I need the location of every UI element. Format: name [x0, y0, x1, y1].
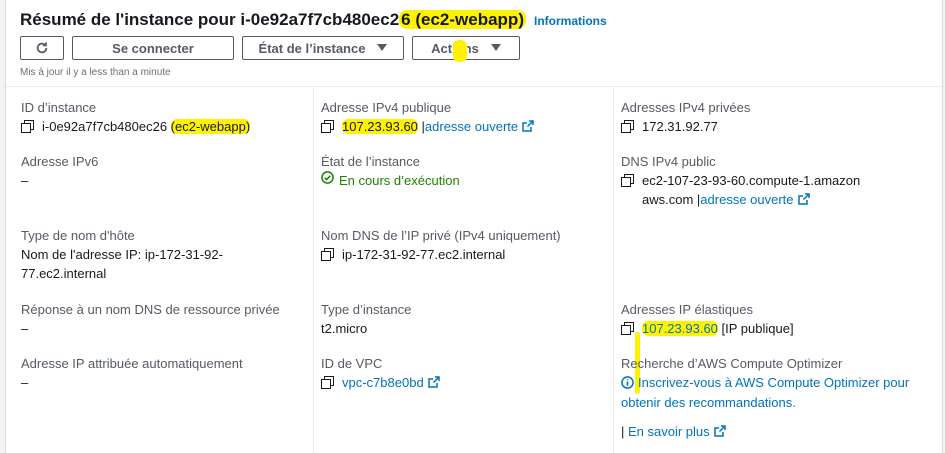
- private-ipv4-field: Adresses IPv4 privées 172.31.92.77: [621, 100, 751, 134]
- copy-icon[interactable]: [621, 174, 634, 187]
- learn-more-link[interactable]: En savoir plus: [628, 424, 710, 439]
- private-ipv4-value: 172.31.92.77: [642, 119, 718, 134]
- vpc-id-link[interactable]: vpc-c7b8e0bd: [342, 375, 424, 390]
- last-updated-text: Mis à jour il y a less than a minute: [20, 67, 171, 78]
- instance-id-value: i-0e92a7f7cb480ec26 (ec2-webapp): [42, 119, 251, 134]
- check-circle-icon: [321, 171, 334, 184]
- copy-icon[interactable]: [21, 120, 34, 133]
- copy-icon[interactable]: [621, 120, 634, 133]
- private-dns-value: ip-172-31-92-77.ec2.internal: [342, 247, 506, 262]
- column-divider: [613, 88, 614, 453]
- caret-down-icon: [377, 44, 388, 51]
- caret-down-icon: [490, 44, 501, 51]
- public-dns-field: DNS IPv4 public ec2-107-23-93-60.compute…: [621, 154, 861, 207]
- external-link-icon[interactable]: [427, 376, 440, 388]
- instance-id-field: ID d’instance i-0e92a7f7cb480ec26 (ec2-w…: [21, 100, 251, 134]
- info-link[interactable]: Informations: [534, 14, 607, 28]
- ipv6-field: Adresse IPv6 –: [21, 153, 301, 190]
- hostname-type-value: Nom de l'adresse IP: ip-172-31-92-77.ec2…: [21, 247, 223, 281]
- instance-type-value: t2.micro: [321, 321, 368, 336]
- column-divider: [313, 88, 314, 453]
- auto-ip-field: Adresse IP attribuée automatiquement –: [21, 355, 311, 392]
- instance-summary-panel: Résumé de l'instance pour i-0e92a7f7cb48…: [5, 0, 943, 453]
- copy-icon[interactable]: [321, 120, 334, 133]
- divider: [6, 86, 942, 87]
- connect-button[interactable]: Se connecter: [72, 36, 234, 60]
- hostname-type-field: Type de nom d'hôte Nom de l'adresse IP: …: [21, 227, 256, 283]
- auto-ip-value: –: [21, 375, 29, 390]
- instance-state-label: État de l’instance: [258, 40, 366, 56]
- info-circle-icon: [621, 376, 634, 389]
- ipv6-value: –: [21, 173, 29, 188]
- refresh-button[interactable]: [20, 36, 64, 60]
- instance-state-dropdown[interactable]: État de l’instance: [242, 36, 404, 60]
- copy-icon[interactable]: [321, 376, 334, 389]
- elastic-ip-field: Adresses IP élastiques 107.23.93.60 [IP …: [621, 302, 794, 336]
- compute-optimizer-signup-link[interactable]: Inscrivez-vous à AWS Compute Optimizer p…: [621, 375, 909, 410]
- elastic-ip-link[interactable]: 107.23.93.60: [642, 321, 718, 336]
- copy-icon[interactable]: [321, 248, 334, 261]
- summary-header: Résumé de l'instance pour i-0e92a7f7cb48…: [20, 10, 932, 82]
- instance-type-field: Type d’instance t2.micro: [321, 301, 606, 338]
- public-ipv4-field: Adresse IPv4 publique 107.23.93.60 |adre…: [321, 99, 606, 136]
- vpc-id-field: ID de VPC vpc-c7b8e0bd: [321, 355, 606, 392]
- compute-optimizer-field: Recherche d’AWS Compute Optimizer Inscri…: [621, 356, 910, 439]
- copy-icon[interactable]: [621, 322, 634, 335]
- dns-answer-field: Réponse à un nom DNS de ressource privée…: [21, 301, 311, 338]
- instance-state-field: État de l’instance En cours d’exécution: [321, 154, 460, 188]
- instance-state-value: En cours d’exécution: [339, 173, 460, 188]
- page-title: Résumé de l'instance pour i-0e92a7f7cb48…: [20, 10, 526, 29]
- private-dns-field: Nom DNS de l’IP privé (IPv4 uniquement) …: [321, 228, 561, 262]
- external-link-icon[interactable]: [522, 120, 534, 132]
- highlight-mark: [453, 40, 467, 62]
- external-link-icon[interactable]: [797, 193, 810, 205]
- public-ipv4-open-link[interactable]: adresse ouverte: [425, 119, 518, 134]
- public-dns-open-link[interactable]: adresse ouverte: [700, 192, 793, 207]
- external-link-icon[interactable]: [713, 425, 726, 437]
- public-ipv4-value: 107.23.93.60: [342, 119, 418, 134]
- refresh-icon: [36, 42, 48, 54]
- dns-answer-value: –: [21, 321, 29, 336]
